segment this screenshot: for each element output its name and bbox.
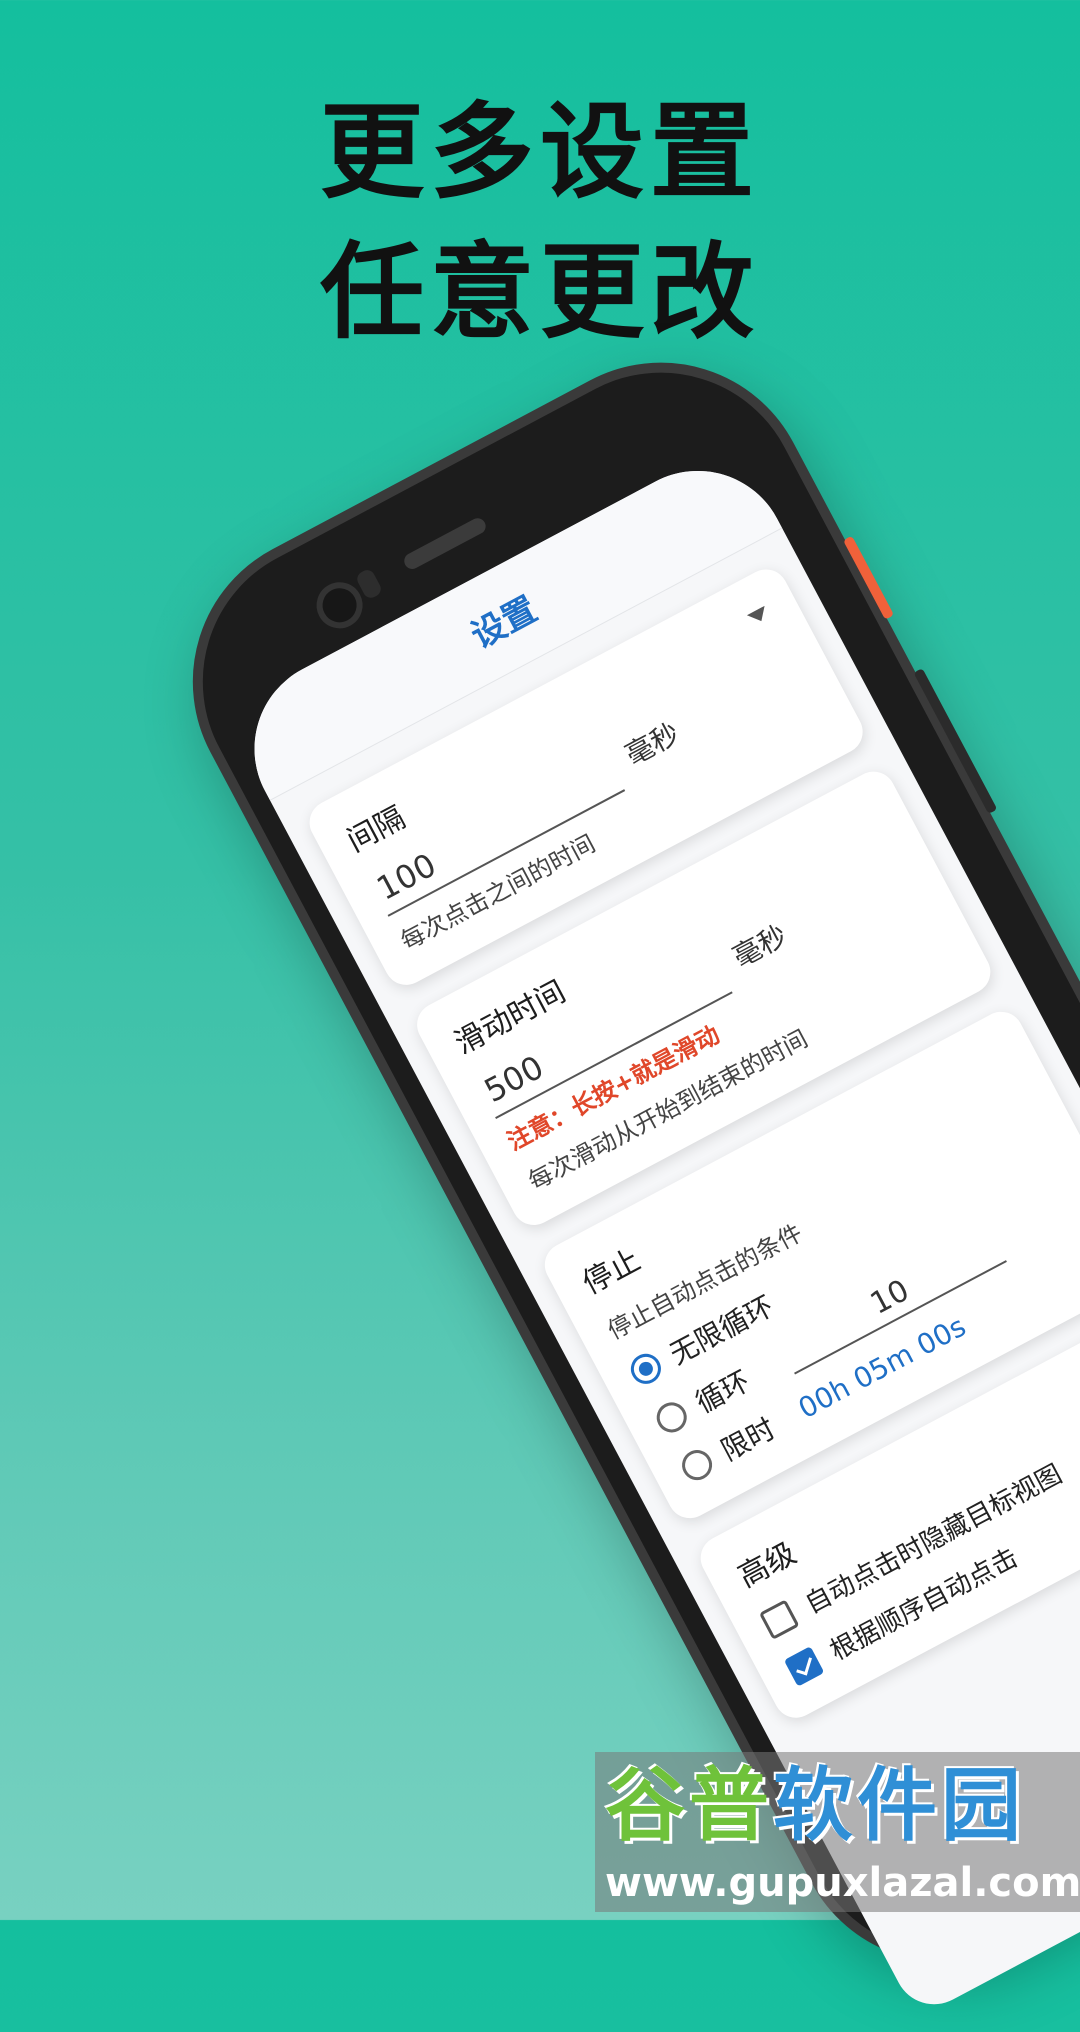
headline-line-2: 任意更改 xyxy=(319,231,760,353)
radio-infinite[interactable] xyxy=(625,1348,667,1390)
app-title: 设置 xyxy=(464,589,544,657)
watermark-logo: 谷普软件园 xyxy=(605,1758,1070,1854)
radio-loop-label: 循环 xyxy=(690,1363,756,1420)
watermark-url: www.gupuxlazal.com xyxy=(605,1860,1080,1906)
radio-loop[interactable] xyxy=(651,1396,692,1438)
headline-line-1: 更多设置 xyxy=(319,91,760,213)
promo-headline: 更多设置 任意更改 xyxy=(0,82,1080,362)
power-button xyxy=(843,535,895,620)
speaker-grille xyxy=(401,515,489,572)
radio-timed-label: 限时 xyxy=(715,1411,781,1468)
hide-views-checkbox[interactable] xyxy=(758,1598,800,1640)
watermark-logo-blue: 软件园 xyxy=(773,1759,1025,1852)
phone-mockup: 设置 间隔 100 毫秒 每次点击之间的时间 滑动时间 500 毫秒 注意：长按… xyxy=(139,309,1080,2019)
order-checkbox[interactable] xyxy=(783,1645,825,1687)
volume-button xyxy=(913,668,998,815)
watermark-logo-green: 谷普 xyxy=(605,1759,773,1852)
watermark: 谷普软件园 www.gupuxlazal.com xyxy=(595,1752,1080,1912)
radio-timed[interactable] xyxy=(676,1444,718,1486)
